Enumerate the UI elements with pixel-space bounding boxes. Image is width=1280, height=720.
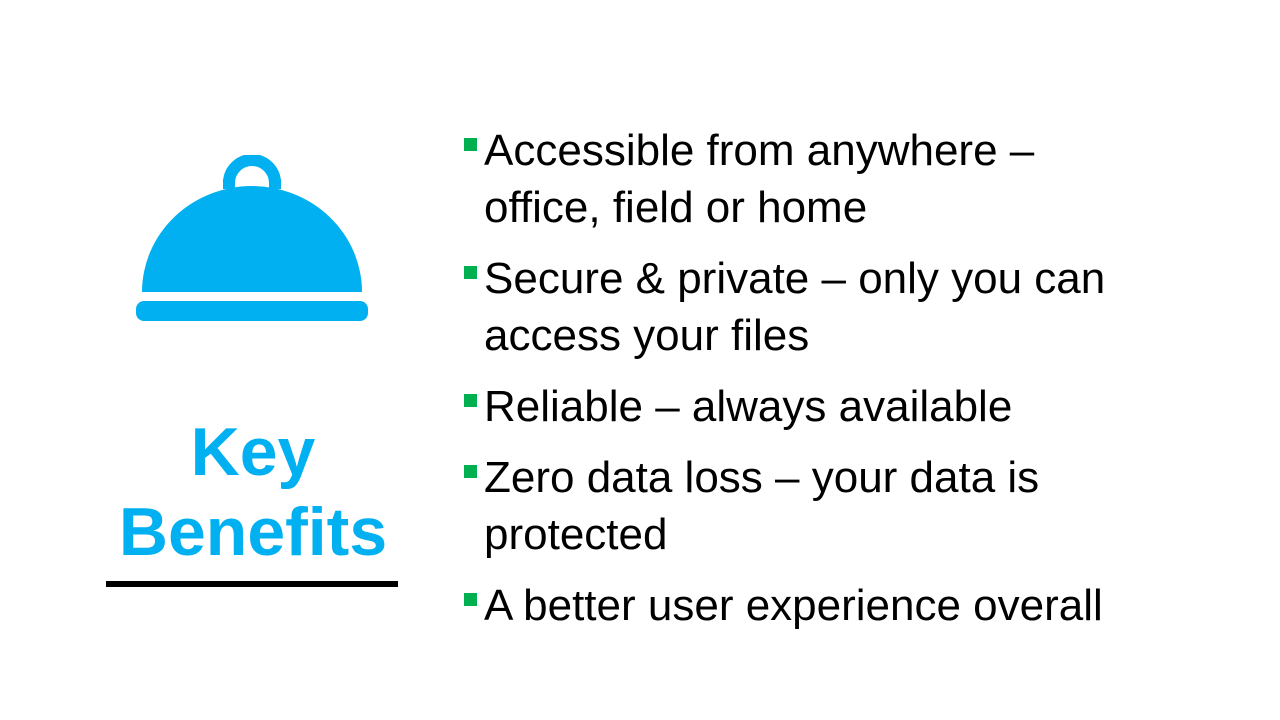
bullet-text-line: office, field or home: [484, 183, 868, 232]
list-item: Zero data loss – your data is protected: [464, 449, 1264, 563]
title-line-benefits: Benefits: [118, 494, 388, 570]
square-bullet-icon: [464, 593, 477, 606]
slide: Key Benefits Accessible from anywhere – …: [0, 0, 1280, 720]
square-bullet-icon: [464, 465, 477, 478]
slide-title: Key Benefits: [90, 412, 416, 572]
bullet-text-line: Zero data loss – your data is: [484, 453, 1040, 502]
title-line-key: Key: [190, 414, 316, 490]
benefits-list: Accessible from anywhere – office, field…: [464, 122, 1264, 648]
bullet-text-line: A better user experience overall: [484, 581, 1103, 630]
bullet-text-line: Accessible from anywhere –: [484, 126, 1035, 175]
square-bullet-icon: [464, 394, 477, 407]
list-item: Secure & private – only you can access y…: [464, 250, 1264, 364]
bullet-text-line: access your files: [484, 311, 810, 360]
bullet-text-line: Reliable – always available: [484, 382, 1013, 431]
square-bullet-icon: [464, 266, 477, 279]
bullet-text-line: Secure & private – only you can: [484, 254, 1106, 303]
list-item: A better user experience overall: [464, 577, 1264, 634]
cloche-icon: [136, 155, 368, 321]
title-underline: [106, 581, 398, 587]
list-item: Reliable – always available: [464, 378, 1264, 435]
square-bullet-icon: [464, 138, 477, 151]
bullet-text-line: protected: [484, 510, 668, 559]
list-item: Accessible from anywhere – office, field…: [464, 122, 1264, 236]
